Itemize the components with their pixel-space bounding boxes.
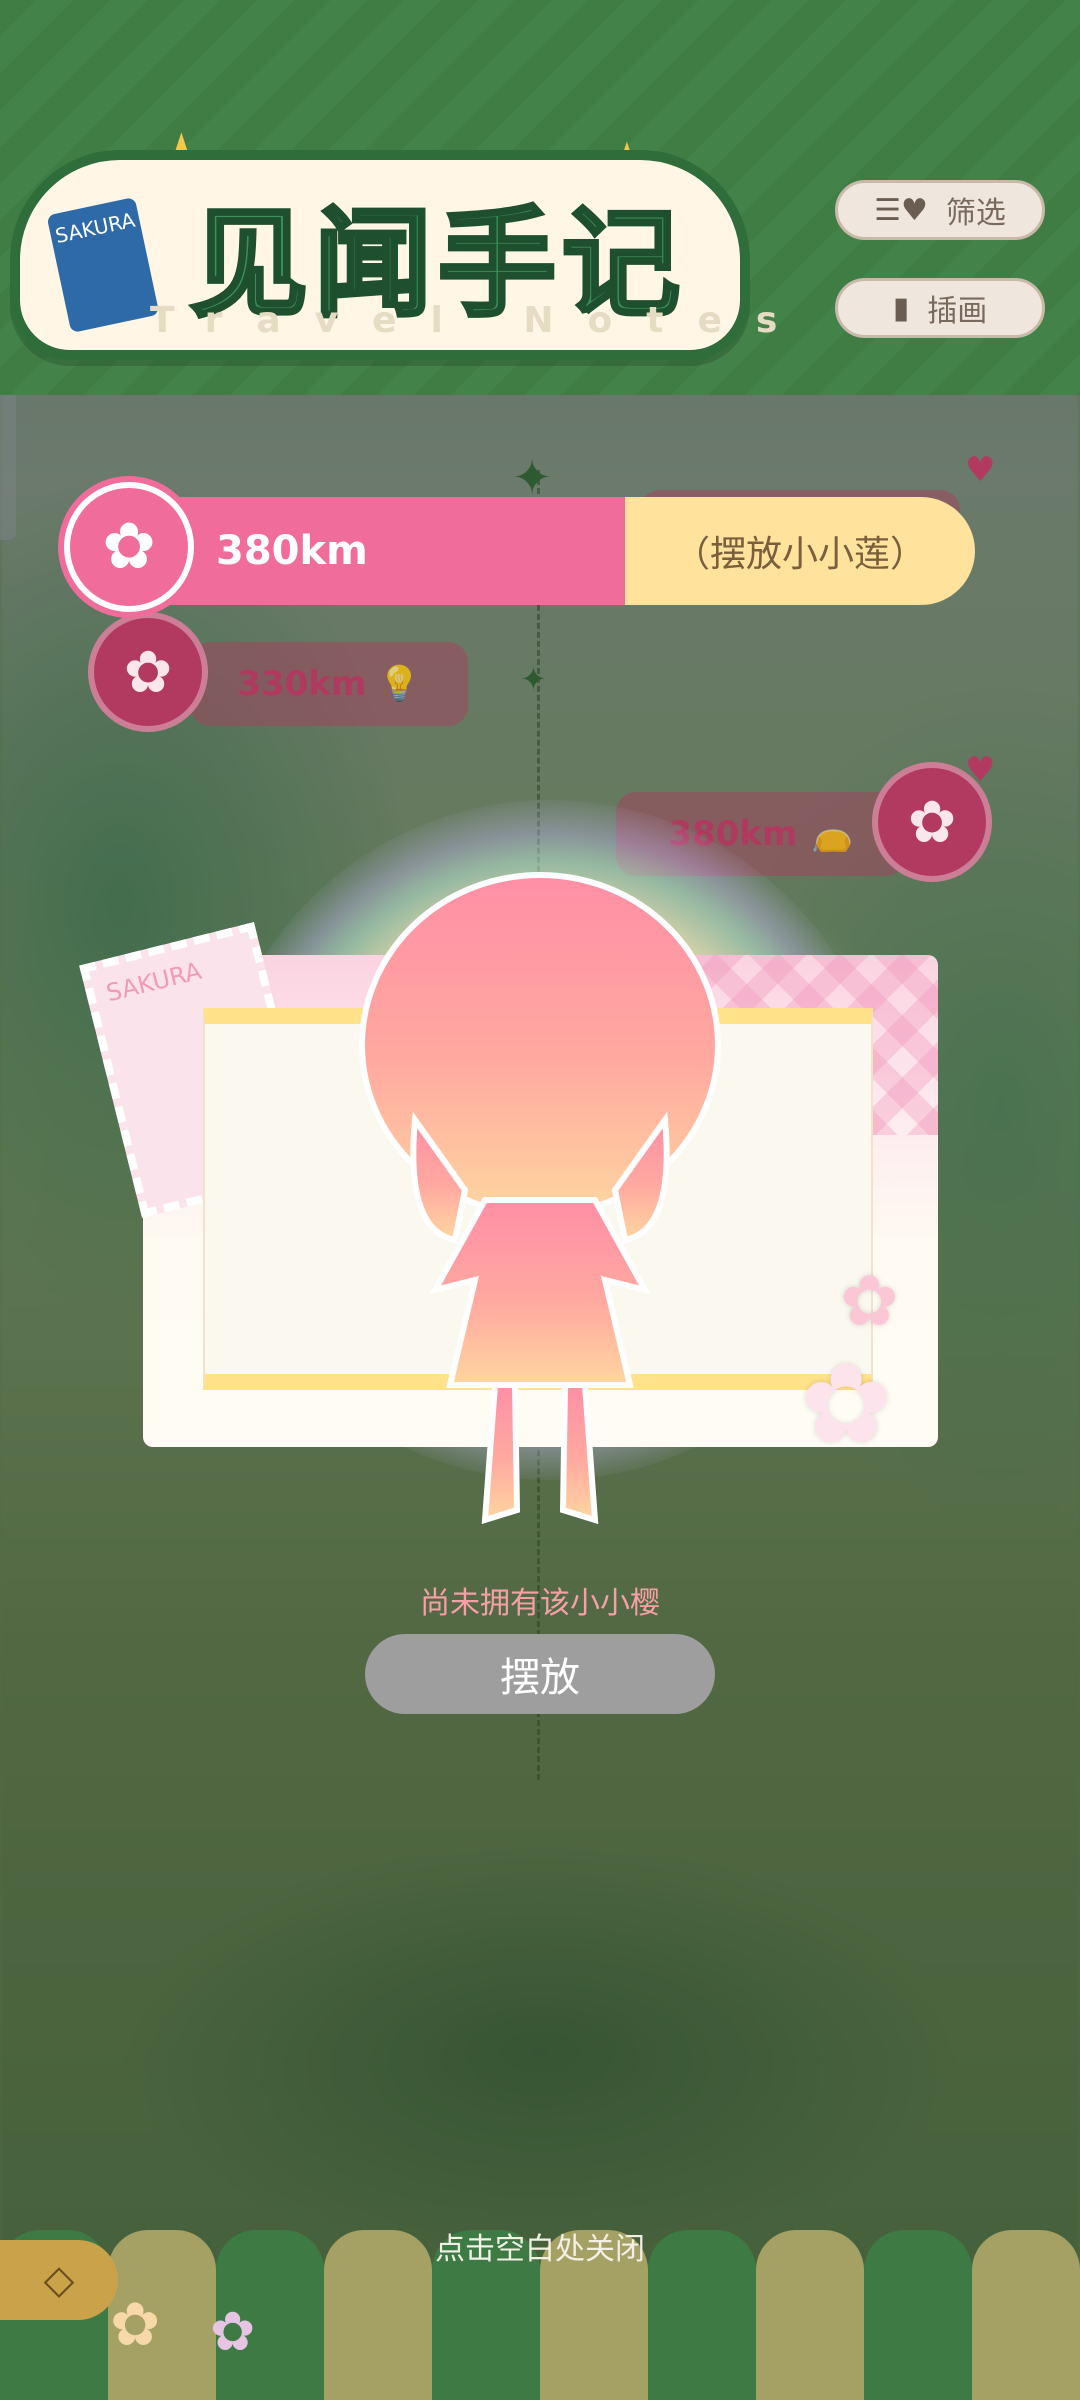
tag-suffix: ） <box>890 534 927 575</box>
heart-icon: ♥ <box>965 750 996 790</box>
heart-icon: ♥ <box>965 450 996 490</box>
book-icon: ▮ <box>892 290 910 326</box>
filter-button[interactable]: ☰♥ 筛选 <box>835 180 1045 240</box>
timeline-distance: 330km <box>237 664 367 704</box>
card-stamp-label: SAKURA <box>103 956 205 1008</box>
close-hint: 点击空白处关闭 <box>435 2232 645 2267</box>
timeline-item[interactable]: 330km 💡 <box>190 642 468 726</box>
filter-label: 筛选 <box>945 196 1006 231</box>
tag-prefix: （摆放 <box>673 534 782 575</box>
filter-icon: ☰♥ <box>874 192 928 228</box>
back-button[interactable]: ◇ <box>0 2240 118 2320</box>
flower-icon: ✿ <box>800 1340 893 1468</box>
back-arrow-icon: ◇ <box>43 2257 75 2303</box>
sparkle-icon: ✦ <box>520 660 547 698</box>
illustration-button[interactable]: ▮ 插画 <box>835 278 1045 338</box>
active-tag: （摆放 小小莲） <box>625 497 975 605</box>
flower-icon: ✿ <box>210 2300 256 2363</box>
not-owned-text: 尚未拥有该小小樱 <box>420 1586 660 1621</box>
illustration-label: 插画 <box>927 294 988 329</box>
active-timeline-bar[interactable]: 380km （摆放 小小莲） <box>110 497 975 605</box>
flower-icon: ✿ <box>840 1260 899 1342</box>
bulb-icon: 💡 <box>378 664 421 704</box>
flower-icon: ✿ <box>88 612 208 732</box>
character-silhouette <box>359 872 721 1525</box>
bag-icon: 👝 <box>811 814 854 854</box>
flower-icon: ✿ <box>110 2290 161 2360</box>
tag-name: 小小莲 <box>781 534 890 575</box>
stamp-label: SAKURA <box>53 207 138 248</box>
flower-icon: ✿ <box>64 482 194 612</box>
page-subtitle: Travel Notes <box>150 300 812 341</box>
place-button[interactable]: 摆放 <box>365 1634 715 1714</box>
